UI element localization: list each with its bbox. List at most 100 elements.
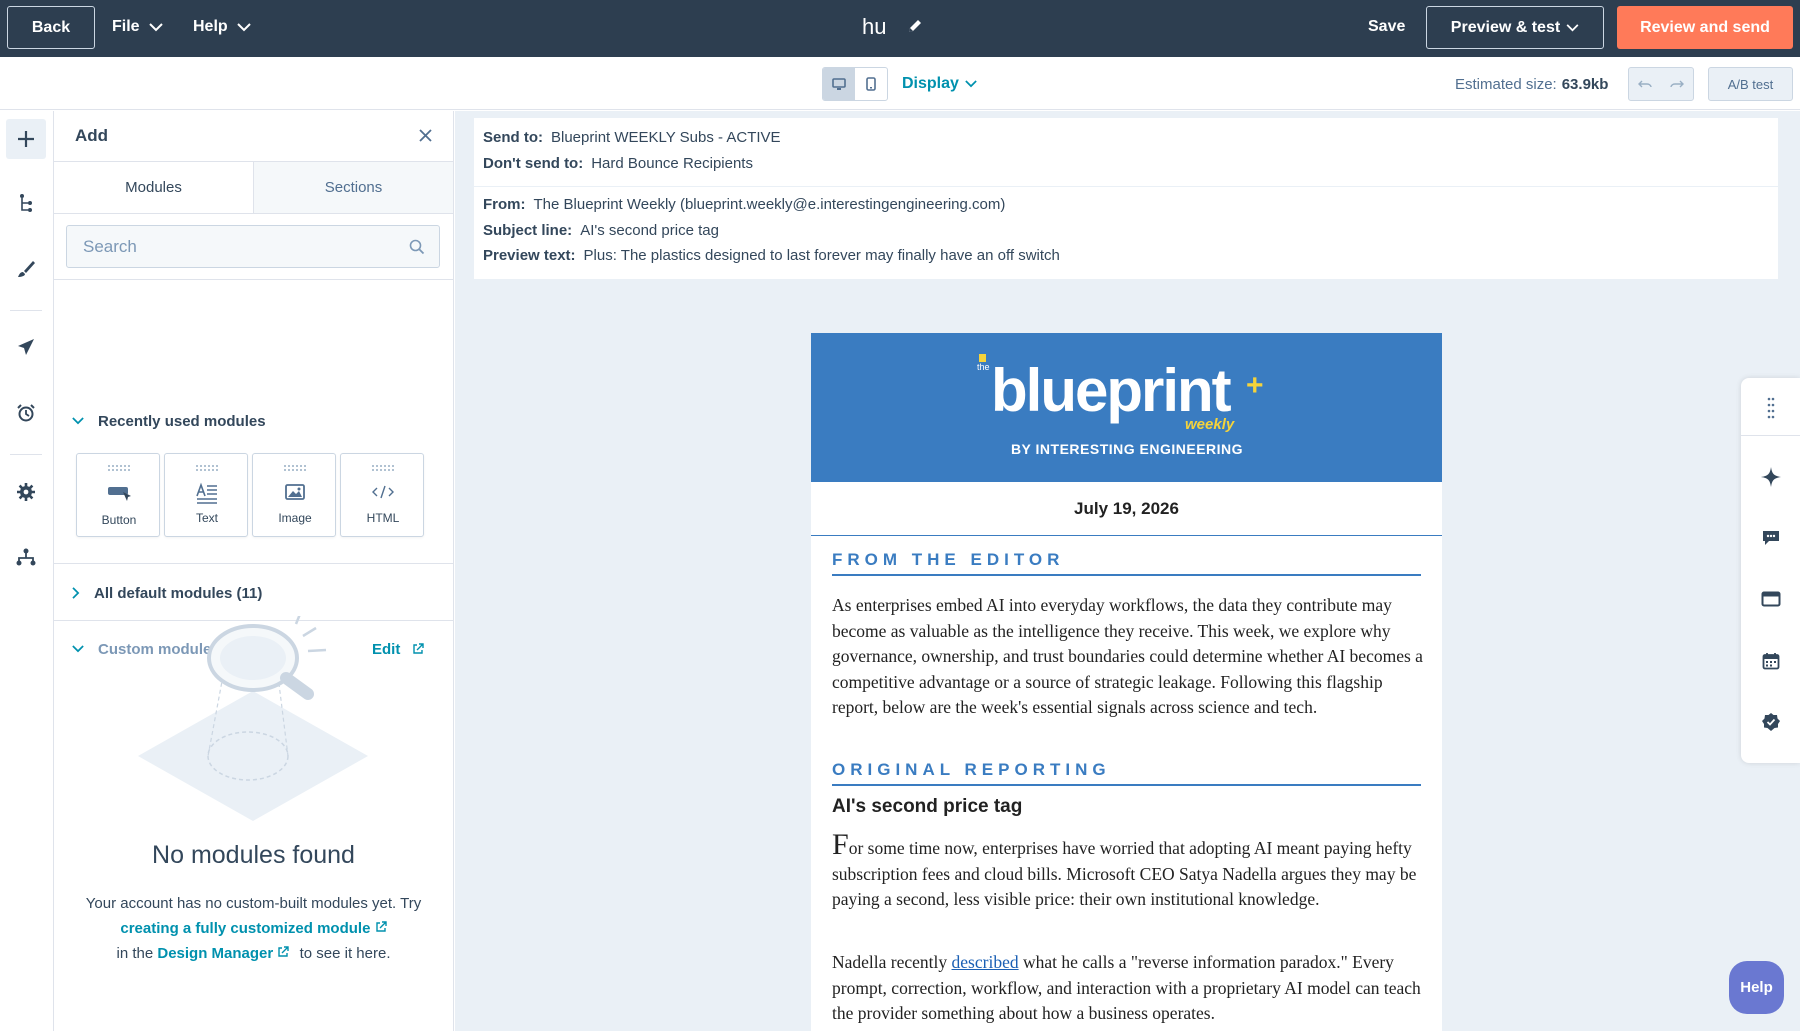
logo-small: the [977,362,990,372]
module-image[interactable]: Image [252,453,336,537]
logo-byline: BY INTERESTING ENGINEERING [1011,441,1243,457]
edit-label: Edit [372,640,401,658]
dock-drag-handle[interactable] [1741,388,1800,428]
display-dropdown[interactable]: Display [902,67,977,101]
module-text[interactable]: Text [164,453,248,537]
logo-weekly: weekly [1185,416,1235,433]
story-p1-text: or some time now, enterprises have worri… [832,838,1417,909]
tree-icon [20,194,32,212]
dock-checks[interactable] [1741,702,1800,742]
edit-custom-modules-link[interactable]: Edit [372,637,425,661]
paper-plane-icon [18,339,34,355]
email-name-title[interactable]: hu [862,0,886,54]
undo-button[interactable] [1629,68,1661,100]
drag-handle-icon [196,465,218,471]
file-menu-label: File [112,18,140,35]
button-icon [77,482,161,504]
dock-ai-assistant[interactable] [1741,457,1800,497]
chevron-down-icon [1566,23,1579,31]
help-button[interactable]: Help [1729,961,1784,1014]
preview-test-button[interactable]: Preview & test [1426,6,1604,49]
undo-icon [1638,80,1652,88]
review-and-send-button[interactable]: Review and send [1617,6,1793,49]
hierarchy-icon [16,548,36,566]
panel-title: Add [75,126,109,145]
brush-icon [18,261,35,277]
dont-send-value: Hard Bounce Recipients [591,154,753,172]
image-icon [253,482,337,504]
chevron-down-icon [72,417,84,425]
mobile-view-button[interactable] [855,68,887,100]
close-icon[interactable] [418,128,433,143]
connections-button[interactable] [6,537,46,577]
recently-used-label: Recently used modules [98,412,266,430]
blueprint-logo: the blueprint + weekly BY INTERESTING EN… [977,354,1264,457]
magnifier-illustration [138,616,368,821]
redo-icon [1670,80,1684,88]
automation-button[interactable] [6,393,46,433]
panel-tabs: Modules Sections [54,161,453,214]
pencil-icon[interactable] [906,17,924,35]
contents-button[interactable] [6,183,46,223]
display-label: Display [902,75,959,92]
from-value: The Blueprint Weekly (blueprint.weekly@e… [533,195,1006,213]
file-menu[interactable]: File [112,0,163,54]
chevron-down-icon [236,22,251,31]
sender-summary[interactable]: From: The Blueprint Weekly (blueprint.we… [474,187,1778,279]
subject-label: Subject line: [483,221,573,239]
preview-text-value: Plus: The plastics designed to last fore… [583,246,1060,264]
desktop-view-button[interactable] [823,68,855,100]
right-tool-dock [1741,378,1800,763]
recently-used-toggle[interactable]: Recently used modules [72,409,266,433]
preview-text-row: Preview text: Plus: The plastics designe… [483,244,1060,266]
module-html[interactable]: HTML [340,453,424,537]
empty-state-text: Your account has no custom-built modules… [54,891,453,966]
save-button[interactable]: Save [1368,0,1405,54]
dock-preview-panel[interactable] [1741,579,1800,619]
dont-send-label: Don't send to: [483,154,584,172]
search-input[interactable]: Search [66,225,440,268]
story-p2-text-a: Nadella recently [832,952,948,972]
undo-redo-group [1628,67,1694,101]
section-heading-reporting: ORIGINAL REPORTING [832,760,1421,786]
sparkle-icon [1760,467,1781,487]
design-button[interactable] [6,249,46,289]
tab-sections[interactable]: Sections [253,162,453,213]
add-panel: Add Modules Sections Search Recently use… [54,111,454,1031]
left-icon-rail [0,111,54,1031]
story-paragraph-2: Nadella recently described what he calls… [832,950,1424,1027]
redo-button[interactable] [1661,68,1693,100]
estimated-size-value: 63.9kb [1561,75,1609,93]
dock-comments[interactable] [1741,518,1800,558]
drop-cap: F [832,828,849,861]
send-settings-button[interactable] [6,327,46,367]
add-panel-button[interactable] [6,119,46,159]
alarm-clock-icon [17,404,35,422]
section-heading-editor: FROM THE EDITOR [832,550,1421,576]
empty-text-line1: Your account has no custom-built modules… [85,895,422,912]
chevron-right-icon [72,587,80,599]
empty-text-end: to see it here. [299,945,391,962]
module-label: Button [101,513,137,527]
ab-test-button[interactable]: A/B test [1708,67,1793,101]
calendar-icon [1762,653,1779,670]
all-default-label: All default modules (11) [94,584,263,602]
design-manager-link[interactable]: Design Manager [157,945,273,962]
dock-calendar[interactable] [1741,641,1800,681]
drag-handle-icon [372,465,394,471]
help-menu[interactable]: Help [193,0,251,54]
all-default-toggle[interactable]: All default modules (11) [72,581,262,605]
create-module-link[interactable]: creating a fully customized module [120,920,370,937]
tab-modules[interactable]: Modules [54,162,253,213]
email-header-logo[interactable]: the blueprint + weekly BY INTERESTING EN… [811,333,1442,482]
back-button[interactable]: Back [7,6,95,49]
module-button[interactable]: Button [76,453,160,537]
settings-button[interactable] [6,472,46,512]
send-to-row: Send to: Blueprint WEEKLY Subs - ACTIVE [483,126,781,148]
described-link[interactable]: described [952,952,1019,972]
from-row: From: The Blueprint Weekly (blueprint.we… [483,193,1005,215]
recipients-summary[interactable]: Send to: Blueprint WEEKLY Subs - ACTIVE … [474,118,1778,186]
email-canvas: Send to: Blueprint WEEKLY Subs - ACTIVE … [455,111,1800,1031]
email-body[interactable]: the blueprint + weekly BY INTERESTING EN… [811,333,1442,1031]
empty-text-in-the: in the [116,945,154,962]
